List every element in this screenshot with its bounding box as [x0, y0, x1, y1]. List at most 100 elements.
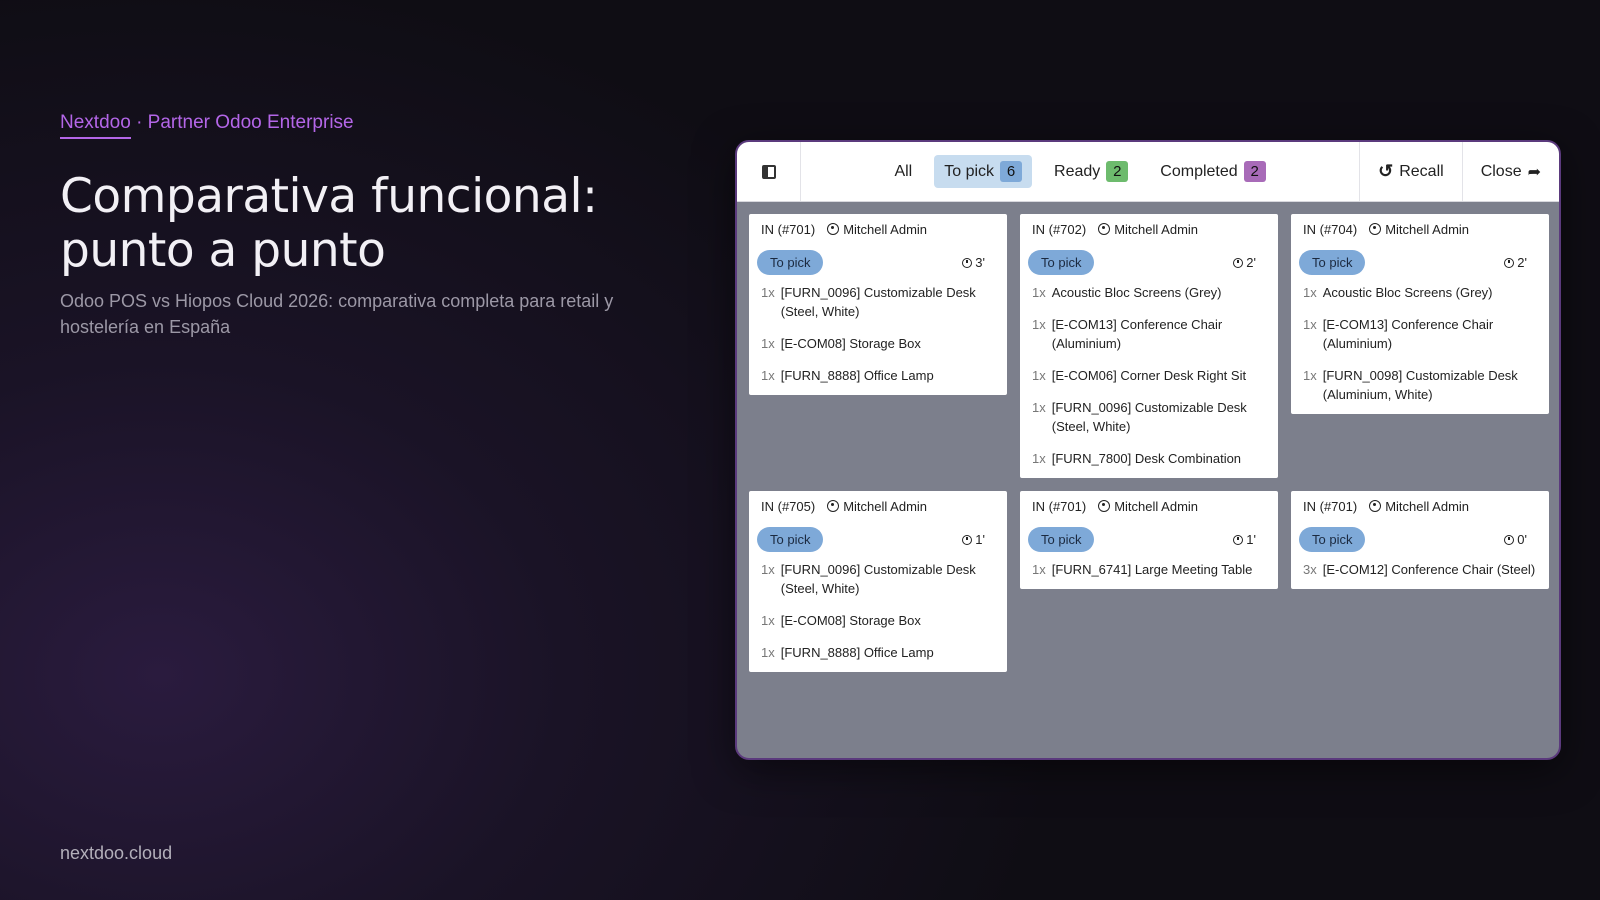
status-badge[interactable]: To pick — [1028, 250, 1095, 275]
order-timer: 1' — [1233, 532, 1256, 547]
line-product: [FURN_0098] Customizable Desk (Aluminium… — [1322, 368, 1518, 402]
sign-out-icon: ➦ — [1527, 163, 1541, 181]
clock-icon — [962, 257, 973, 268]
recall-button[interactable]: ↺ Recall — [1359, 142, 1462, 201]
toolbar: All To pick 6 Ready 2 Completed 2 ↺ Recall Clo… — [737, 142, 1559, 202]
brand-name: Nextdoo — [60, 112, 131, 139]
status-badge[interactable]: To pick — [1299, 250, 1366, 275]
order-card-header: IN (#701) Mitchell Admin — [1291, 498, 1549, 514]
order-status-row: To pick 1' — [1020, 527, 1278, 552]
order-ref: IN (#701) — [1303, 498, 1358, 514]
line-qty: 1x — [1303, 368, 1317, 383]
order-user: Mitchell Admin — [1369, 499, 1469, 514]
order-ref: IN (#701) — [761, 221, 816, 237]
line-product: [FURN_6741] Large Meeting Table — [1051, 562, 1253, 577]
order-line: 1x [FURN_6741] Large Meeting Table — [1032, 560, 1266, 579]
order-card[interactable]: IN (#705) Mitchell Admin To pick 1' 1x [FURN_… — [749, 491, 1007, 672]
user-name: Mitchell Admin — [1114, 221, 1199, 237]
order-timer: 3' — [962, 255, 985, 270]
page-subtitle: Odoo POS vs Hiopos Cloud 2026: comparati… — [60, 291, 614, 337]
order-card[interactable]: IN (#701) Mitchell Admin To pick 1' 1x [FURN_… — [1020, 491, 1278, 589]
clock-icon — [1233, 534, 1244, 545]
line-qty: 1x — [761, 336, 775, 351]
pos-window: All To pick 6 Ready 2 Completed 2 ↺ Recall Clo… — [735, 140, 1561, 760]
status-badge[interactable]: To pick — [757, 527, 824, 552]
order-card[interactable]: IN (#704) Mitchell Admin To pick 2' 1x Acoust… — [1291, 214, 1549, 414]
order-line: 1x [FURN_0096] Customizable Desk (Steel, … — [1032, 398, 1266, 436]
tab-count-badge: 2 — [1243, 161, 1266, 182]
order-card[interactable]: IN (#702) Mitchell Admin To pick 2' 1x Acoust… — [1020, 214, 1278, 478]
line-product: [FURN_0096] Customizable Desk (Steel, Wh… — [1051, 400, 1247, 434]
order-ref: IN (#702) — [1032, 221, 1087, 237]
user-name: Mitchell Admin — [1385, 221, 1470, 237]
order-timer: 1' — [962, 532, 985, 547]
tab-completed[interactable]: Completed 2 — [1150, 155, 1275, 188]
order-line: 1x [E-COM13] Conference Chair (Aluminium) — [1032, 315, 1266, 353]
sidebar-toggle-button[interactable] — [737, 142, 801, 201]
line-qty: 1x — [1032, 368, 1046, 383]
order-user: Mitchell Admin — [827, 222, 927, 237]
order-status-row: To pick 3' — [749, 250, 1007, 275]
clock-icon — [1233, 257, 1244, 268]
close-button[interactable]: Close ➦ — [1461, 142, 1559, 201]
tab-label: Ready — [1054, 162, 1101, 180]
status-badge[interactable]: To pick — [1028, 527, 1095, 552]
line-product: [FURN_7800] Desk Combination — [1051, 451, 1242, 466]
order-timer: 2' — [1504, 255, 1527, 270]
order-timer: 2' — [1233, 255, 1256, 270]
order-line: 3x [E-COM12] Conference Chair (Steel) — [1303, 560, 1537, 579]
line-product: [E-COM12] Conference Chair (Steel) — [1322, 562, 1536, 577]
line-product: [E-COM08] Storage Box — [780, 613, 921, 628]
brand-header: Nextdoo · Partner Odoo Enterprise — [60, 112, 354, 139]
line-qty: 1x — [1032, 317, 1046, 332]
order-line: 1x [FURN_0098] Customizable Desk (Alumini… — [1303, 366, 1537, 404]
order-ref: IN (#705) — [761, 498, 816, 514]
order-card[interactable]: IN (#701) Mitchell Admin To pick 0' 3x [E-COM… — [1291, 491, 1549, 589]
timer-value: 0' — [1517, 532, 1527, 547]
order-line: 1x Acoustic Bloc Screens (Grey) — [1032, 283, 1266, 302]
order-status-row: To pick 1' — [749, 527, 1007, 552]
order-line: 1x [E-COM06] Corner Desk Right Sit — [1032, 366, 1266, 385]
line-qty: 3x — [1303, 562, 1317, 577]
tab-count-badge: 2 — [1106, 161, 1129, 182]
undo-icon: ↺ — [1378, 161, 1394, 181]
tab-label: All — [894, 162, 913, 180]
order-lines: 3x [E-COM12] Conference Chair (Steel) — [1291, 560, 1549, 579]
line-product: [FURN_0096] Customizable Desk (Steel, Wh… — [780, 562, 976, 596]
user-circle-icon — [1369, 500, 1382, 512]
tab-label: To pick — [944, 162, 995, 180]
line-product: [FURN_8888] Office Lamp — [780, 368, 934, 383]
footer-domain: nextdoo.cloud — [60, 843, 173, 863]
tab-label: Completed — [1160, 162, 1238, 180]
order-lines: 1x Acoustic Bloc Screens (Grey) 1x [E-COM13… — [1291, 283, 1549, 404]
tab-ready[interactable]: Ready 2 — [1044, 155, 1138, 188]
user-circle-icon — [1369, 223, 1382, 235]
order-lines: 1x [FURN_0096] Customizable Desk (Steel, … — [749, 560, 1007, 662]
order-card[interactable]: IN (#701) Mitchell Admin To pick 3' 1x [FURN_… — [749, 214, 1007, 395]
order-line: 1x [FURN_8888] Office Lamp — [761, 366, 995, 385]
order-card-header: IN (#701) Mitchell Admin — [749, 221, 1007, 237]
order-line: 1x [FURN_0096] Customizable Desk (Steel, … — [761, 560, 995, 598]
tab-all[interactable]: All — [884, 157, 922, 187]
orders-grid: IN (#701) Mitchell Admin To pick 3' 1x [FURN_… — [737, 202, 1559, 684]
brand-tagline: · Partner Odoo Enterprise — [136, 112, 354, 133]
line-qty: 1x — [761, 562, 775, 577]
timer-value: 2' — [1517, 255, 1527, 270]
line-product: [FURN_8888] Office Lamp — [780, 645, 934, 660]
clock-icon — [1504, 257, 1515, 268]
order-user: Mitchell Admin — [1369, 222, 1469, 237]
line-product: Acoustic Bloc Screens (Grey) — [1051, 285, 1222, 300]
timer-value: 1' — [975, 532, 985, 547]
order-timer: 0' — [1504, 532, 1527, 547]
line-qty: 1x — [761, 285, 775, 300]
order-ref: IN (#701) — [1032, 498, 1087, 514]
order-line: 1x [E-COM08] Storage Box — [761, 611, 995, 630]
line-qty: 1x — [761, 645, 775, 660]
tab-to-pick[interactable]: To pick 6 — [934, 155, 1033, 188]
order-card-header: IN (#704) Mitchell Admin — [1291, 222, 1549, 237]
line-qty: 1x — [1303, 285, 1317, 300]
status-badge[interactable]: To pick — [1299, 527, 1366, 552]
status-badge[interactable]: To pick — [757, 250, 824, 275]
tab-count-badge: 6 — [1000, 161, 1023, 182]
line-product: [E-COM06] Corner Desk Right Sit — [1051, 368, 1247, 383]
